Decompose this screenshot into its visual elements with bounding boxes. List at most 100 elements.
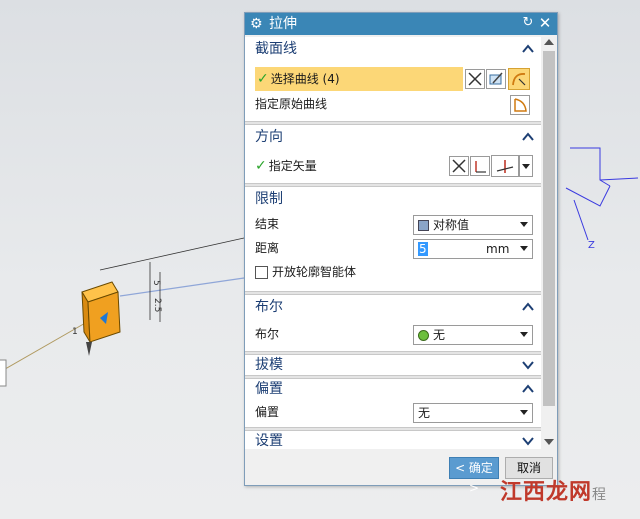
sketch-icon [489,72,503,85]
chevron-down-icon [520,222,528,227]
check-icon: ✓ [255,158,267,174]
limits-title: 限制 [255,191,283,207]
specify-original-curve-row[interactable]: 指定原始曲线 [255,93,327,115]
draft-header[interactable]: 拔模 [245,355,541,375]
chevron-down-icon [520,246,528,251]
inferred-vector-icon [496,160,514,173]
symmetric-icon [418,220,429,231]
draft-group: 拔模 [245,355,541,375]
offset-title: 偏置 [255,381,283,397]
original-curve-icon [514,98,527,112]
settings-title: 设置 [255,433,283,449]
boolean-header[interactable]: 布尔 [245,295,541,319]
vector-dropdown-button[interactable] [519,155,533,177]
dialog-titlebar[interactable]: ⚙ 拉伸 ↻ ✕ [245,13,557,35]
scroll-down-icon[interactable] [544,439,554,445]
watermark-text: 江西龙网 [500,480,593,505]
reverse-direction-button[interactable] [449,156,469,176]
distance-unit: mm [486,242,510,256]
limits-group: 限制 结束 对称值 距离 5 mm 开放轮廓智能体 [245,187,541,291]
vector-icon [475,161,486,173]
distance-label: 距离 [255,241,280,255]
extrude-dialog: ⚙ 拉伸 ↻ ✕ 截面线 ✓ 选择曲线 (4) 指定原始曲线 方向 ✓ 指定矢量… [244,12,558,495]
csys-line [570,147,611,187]
guide-line [0,317,95,373]
offset-group: 偏置 偏置 无 [245,379,541,427]
inferred-vector-button[interactable] [491,155,519,177]
watermark-logo: 江西龙网程 [500,474,607,506]
original-curve-button[interactable] [510,95,530,115]
scroll-thumb[interactable] [543,51,555,406]
dimension-label-1: 1 [72,327,78,337]
boolean-dropdown[interactable]: 无 [413,325,533,345]
boolean-title: 布尔 [255,299,283,315]
boolean-group: 布尔 布尔 无 [245,295,541,351]
end-value: 对称值 [433,218,470,232]
viewport-edge-box [0,359,7,387]
end-label: 结束 [255,217,280,231]
sketch-section-button[interactable] [486,69,506,89]
chevron-up-icon[interactable] [521,382,535,396]
draft-title: 拔模 [255,357,283,373]
select-curve-label: 选择曲线 (4) [270,72,340,86]
chevron-down-icon[interactable] [521,358,535,372]
csys-z-label: Z [588,240,595,251]
close-icon[interactable]: ✕ [538,16,552,31]
boolean-value: 无 [433,328,446,342]
chevron-up-icon[interactable] [521,300,535,314]
section-curve-group: 截面线 ✓ 选择曲线 (4) 指定原始曲线 [245,37,541,121]
limits-header[interactable]: 限制 [245,187,541,211]
chevron-down-icon [520,332,528,337]
csys-x-axis [599,177,639,181]
chevron-down-icon[interactable] [521,434,535,448]
cross-icon [452,159,466,173]
gear-icon[interactable]: ⚙ [250,16,266,32]
csys-z-axis [573,199,589,241]
offset-value: 无 [418,406,431,420]
open-profile-label: 开放轮廓智能体 [272,265,357,279]
scroll-up-icon[interactable] [544,39,554,45]
curve-rule-button[interactable] [465,69,485,89]
direction-header[interactable]: 方向 [245,125,541,149]
offset-dropdown[interactable]: 无 [413,403,533,423]
chevron-up-icon[interactable] [521,130,535,144]
open-profile-checkbox[interactable] [255,266,268,279]
reset-icon[interactable]: ↻ [521,16,535,30]
dialog-content: 截面线 ✓ 选择曲线 (4) 指定原始曲线 方向 ✓ 指定矢量 限制 结束 对称… [245,35,541,449]
chevron-up-icon[interactable] [521,42,535,56]
curve-icon [512,73,526,86]
specify-vector-label: 指定矢量 [268,159,317,173]
chevron-down-icon [522,164,530,169]
dialog-title: 拉伸 [269,16,297,32]
direction-title: 方向 [255,129,283,145]
offset-header[interactable]: 偏置 [245,379,541,401]
curve-button[interactable] [508,68,530,90]
extrude-vector-line [119,277,245,297]
settings-header[interactable]: 设置 [245,431,541,449]
end-dropdown[interactable]: 对称值 [413,215,533,235]
csys-line-2 [565,185,611,207]
dimension-line-top [99,237,245,271]
section-curve-header[interactable]: 截面线 [245,37,541,61]
chevron-down-icon [520,410,528,415]
cross-curve-icon [468,72,482,86]
distance-input[interactable]: 5 mm [413,239,533,259]
offset-label: 偏置 [255,405,280,419]
section-curve-title: 截面线 [255,41,297,57]
ok-button[interactable]: < 确定 > [449,457,499,495]
specify-vector-row[interactable]: ✓ 指定矢量 [255,155,317,177]
dimension-label-5: 5 [151,280,161,286]
open-profile-row[interactable]: 开放轮廓智能体 [255,261,356,283]
origin-marker-icon [86,342,92,356]
boolean-none-icon [418,330,429,341]
dimension-label-2-5: 2.5 [152,298,162,312]
vector-dialog-button[interactable] [470,156,490,176]
specify-original-curve-label: 指定原始曲线 [255,97,328,111]
select-curve-row[interactable]: ✓ 选择曲线 (4) [255,67,463,91]
watermark-suffix: 程 [592,487,608,503]
settings-group: 设置 [245,431,541,449]
distance-value[interactable]: 5 [418,242,428,256]
boolean-label: 布尔 [255,327,280,341]
dialog-scrollbar[interactable] [541,35,557,449]
check-icon: ✓ [257,71,269,87]
